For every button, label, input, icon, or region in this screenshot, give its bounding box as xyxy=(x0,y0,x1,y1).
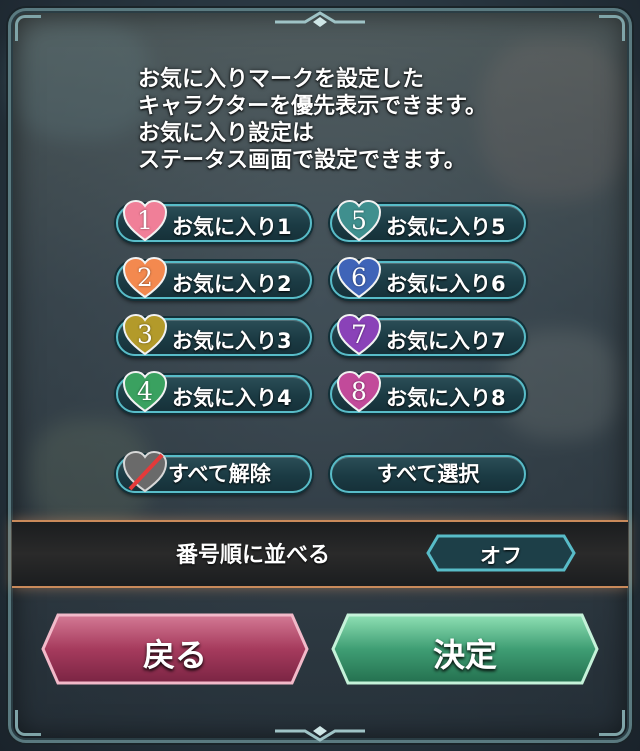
frame-corner xyxy=(15,15,41,41)
info-text: お気に入りマークを設定した キャラクターを優先表示できます。 お気に入り設定は … xyxy=(138,66,598,174)
heart-icon: 1 xyxy=(122,200,168,244)
favorite-label: お気に入り3 xyxy=(172,325,292,355)
favorite-label: お気に入り5 xyxy=(386,211,506,241)
frame-corner xyxy=(15,710,41,736)
favorite-label: お気に入り6 xyxy=(386,268,506,298)
favorite-button-8[interactable]: 8お気に入り8 xyxy=(330,375,526,413)
info-line: お気に入り設定は xyxy=(138,120,598,147)
favorite-label: お気に入り7 xyxy=(386,325,506,355)
frame-corner xyxy=(599,710,625,736)
confirm-button[interactable]: 決定 xyxy=(330,612,600,686)
favorite-button-2[interactable]: 2お気に入り2 xyxy=(116,261,312,299)
favorite-label: お気に入り2 xyxy=(172,268,292,298)
frame-corner xyxy=(599,15,625,41)
favorite-button-4[interactable]: 4お気に入り4 xyxy=(116,375,312,413)
frame-ornament-top xyxy=(275,11,365,33)
frame-ornament-bottom xyxy=(275,720,365,742)
heart-number: 6 xyxy=(336,263,382,292)
info-line: キャラクターを優先表示できます。 xyxy=(138,93,598,120)
back-label: 戻る xyxy=(40,630,310,676)
favorite-label: お気に入り4 xyxy=(172,382,292,412)
heart-icon: 8 xyxy=(336,371,382,415)
favorite-button-6[interactable]: 6お気に入り6 xyxy=(330,261,526,299)
clear-all-button[interactable]: すべて解除 xyxy=(116,455,312,493)
heart-icon: 2 xyxy=(122,257,168,301)
heart-icon: 3 xyxy=(122,314,168,358)
heart-number: 7 xyxy=(336,320,382,349)
heart-number: 3 xyxy=(122,320,168,349)
favorite-button-7[interactable]: 7お気に入り7 xyxy=(330,318,526,356)
sort-bar: 番号順に並べる オフ xyxy=(12,520,628,588)
heart-number: 5 xyxy=(336,206,382,235)
heart-number: 8 xyxy=(336,377,382,406)
heart-number: 4 xyxy=(122,377,168,406)
favorite-label: お気に入り1 xyxy=(172,211,292,241)
favorite-button-3[interactable]: 3お気に入り3 xyxy=(116,318,312,356)
sort-label: 番号順に並べる xyxy=(176,537,330,569)
heart-number: 2 xyxy=(122,263,168,292)
heart-icon: 6 xyxy=(336,257,382,301)
heart-icon: 5 xyxy=(336,200,382,244)
info-line: お気に入りマークを設定した xyxy=(138,66,598,93)
info-line: ステータス画面で設定できます。 xyxy=(138,147,598,174)
heart-number: 1 xyxy=(122,206,168,235)
select-all-label: すべて選択 xyxy=(377,462,480,486)
favorite-label: お気に入り8 xyxy=(386,382,506,412)
heart-icon: 7 xyxy=(336,314,382,358)
sort-toggle-value: オフ xyxy=(426,540,576,570)
clear-all-label: すべて解除 xyxy=(168,457,271,491)
sort-toggle-button[interactable]: オフ xyxy=(426,534,576,572)
confirm-label: 決定 xyxy=(330,630,600,676)
broken-heart-icon xyxy=(122,451,168,495)
favorite-button-1[interactable]: 1お気に入り1 xyxy=(116,204,312,242)
select-all-button[interactable]: すべて選択 xyxy=(330,455,526,493)
heart-icon: 4 xyxy=(122,371,168,415)
favorite-button-5[interactable]: 5お気に入り5 xyxy=(330,204,526,242)
back-button[interactable]: 戻る xyxy=(40,612,310,686)
